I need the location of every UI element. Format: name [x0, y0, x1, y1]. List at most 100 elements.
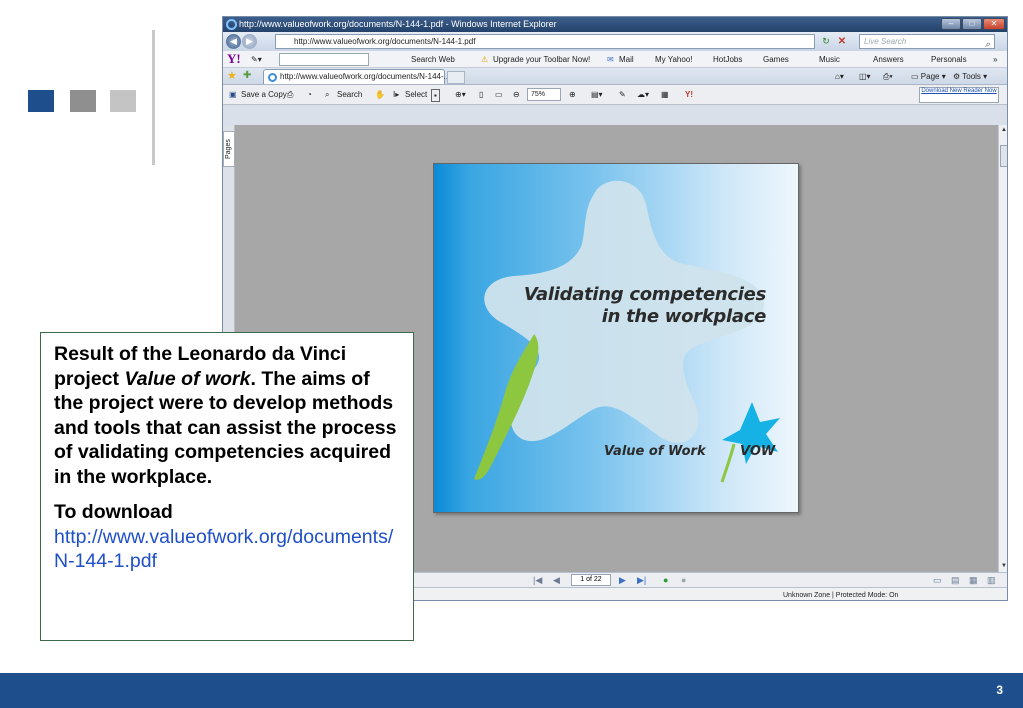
download-heading: To download: [54, 501, 173, 523]
forward-button[interactable]: ▶: [242, 34, 257, 49]
next-page-icon[interactable]: ▶: [619, 575, 626, 586]
yahoo-search-input[interactable]: [279, 53, 369, 66]
save-icon: ▣: [229, 90, 237, 99]
slide: http://www.valueofwork.org/documents/N-1…: [0, 0, 1023, 708]
select-button[interactable]: Select: [405, 89, 427, 100]
print-button-icon[interactable]: ⎙: [287, 89, 293, 100]
logo-stem-shape: [720, 443, 736, 483]
vertical-scrollbar[interactable]: ▲ ▼: [998, 125, 1007, 572]
maximize-button[interactable]: □: [962, 18, 982, 30]
yahoo-toolbar: Y! ✎▾ Search Web ⚠ Upgrade your Toolbar …: [223, 51, 1007, 68]
email-button-icon[interactable]: ◔: [307, 89, 312, 100]
decor-square-lightgray: [110, 90, 136, 112]
go-forward-icon[interactable]: ●: [681, 575, 686, 586]
first-page-icon[interactable]: |◀: [533, 575, 542, 586]
tools-menu-label: Tools: [962, 72, 981, 81]
music-button[interactable]: Music: [819, 54, 840, 65]
feeds-icon[interactable]: ◫▾: [859, 71, 871, 82]
attach-icon[interactable]: ▦: [661, 89, 669, 100]
pdf-title-line2: in the workplace: [601, 306, 767, 327]
hand-tool-icon[interactable]: ✋: [375, 89, 385, 100]
live-search-input[interactable]: Live Search ⌕: [859, 34, 995, 49]
ie-logo-icon: [226, 19, 237, 30]
pdf-title-line1: Validating competencies: [523, 284, 766, 305]
fit-page-icon[interactable]: ▯: [479, 89, 483, 100]
ie-tab-icon: [268, 73, 277, 82]
search-icon[interactable]: ⌕: [985, 38, 990, 51]
pages-tab[interactable]: Pages: [223, 131, 235, 167]
download-url-link[interactable]: http://www.valueofwork.org/documents/N-1…: [54, 525, 401, 574]
minimize-button[interactable]: –: [941, 18, 961, 30]
search-button[interactable]: Search: [337, 89, 362, 100]
tab-label: http://www.valueofwork.org/documents/N-1…: [280, 72, 451, 81]
favorites-star-icon[interactable]: ★: [227, 70, 237, 82]
window-titlebar: http://www.valueofwork.org/documents/N-1…: [223, 17, 1007, 32]
go-back-icon[interactable]: ●: [663, 575, 668, 586]
games-button[interactable]: Games: [763, 54, 789, 65]
zoom-in-icon[interactable]: ⊕▾: [455, 89, 466, 100]
my-yahoo-button[interactable]: My Yahoo!: [655, 54, 693, 65]
close-button[interactable]: ✕: [983, 18, 1005, 30]
pdf-brand: Value of Work: [604, 444, 706, 459]
yahoo-mini-logo-icon[interactable]: Y!: [685, 89, 693, 100]
download-reader-link[interactable]: Download New Reader Now: [919, 87, 999, 103]
pages-menu-icon[interactable]: ▤▾: [591, 89, 603, 100]
pdf-title: Validating competencies in the workplace: [524, 284, 766, 328]
mail-button[interactable]: Mail: [619, 54, 634, 65]
continuous-view-icon[interactable]: ▤: [951, 575, 960, 586]
zoom-plus-icon[interactable]: ⊕: [569, 89, 576, 100]
window-title: http://www.valueofwork.org/documents/N-1…: [239, 19, 557, 29]
pdf-reader-toolbar: ▣ Save a Copy ⎙ ◔ ⌕ Search ✋ I▸ Select ▪…: [223, 85, 1007, 105]
stop-icon[interactable]: ✕: [835, 35, 849, 48]
refresh-icon[interactable]: ↻: [819, 35, 833, 48]
upgrade-toolbar-button[interactable]: Upgrade your Toolbar Now!: [493, 54, 590, 65]
security-zone-status: Unknown Zone | Protected Mode: On: [783, 592, 899, 599]
page-menu[interactable]: ▭ Page ▾: [911, 71, 946, 82]
scroll-thumb[interactable]: [1000, 145, 1007, 167]
decor-square-gray: [70, 90, 96, 112]
cover-artwork: [474, 180, 780, 483]
page-number-field[interactable]: 1 of 22: [571, 574, 611, 586]
hotjobs-button[interactable]: HotJobs: [713, 54, 742, 65]
answers-button[interactable]: Answers: [873, 54, 904, 65]
live-search-placeholder: Live Search: [864, 37, 907, 46]
sign-icon[interactable]: ✎: [619, 89, 626, 100]
scroll-up-icon[interactable]: ▲: [1000, 126, 1007, 135]
last-page-icon[interactable]: ▶|: [637, 575, 646, 586]
comment-icon[interactable]: ☁▾: [637, 89, 649, 100]
continuous-facing-icon[interactable]: ▥: [987, 575, 996, 586]
mail-icon: ✉: [607, 55, 614, 64]
single-page-view-icon[interactable]: ▭: [933, 575, 942, 586]
prev-page-icon[interactable]: ◀: [553, 575, 560, 586]
snapshot-icon[interactable]: ▪: [431, 89, 440, 102]
new-tab-button[interactable]: [447, 71, 465, 84]
more-chevron-icon[interactable]: »: [993, 54, 997, 65]
address-input[interactable]: http://www.valueofwork.org/documents/N-1…: [275, 34, 815, 49]
decor-divider: [152, 30, 155, 165]
pencil-icon[interactable]: ✎▾: [251, 54, 262, 65]
home-icon[interactable]: ⌂▾: [835, 71, 844, 82]
facing-view-icon[interactable]: ▦: [969, 575, 978, 586]
tools-menu[interactable]: ⚙ Tools ▾: [953, 71, 987, 82]
callout-project-name: Value of work: [124, 367, 251, 390]
select-cursor-icon: I▸: [393, 90, 400, 99]
fit-width-icon[interactable]: ▭: [495, 89, 503, 100]
pdf-acronym: VOW: [740, 444, 776, 459]
zoom-out-icon[interactable]: ⊖: [513, 89, 520, 100]
page-menu-label: Page: [920, 72, 940, 81]
binoculars-icon: ⌕: [325, 90, 330, 99]
footer-band: 3: [0, 673, 1023, 708]
search-web-button[interactable]: Search Web: [411, 54, 455, 65]
print-icon[interactable]: ⎙▾: [883, 71, 893, 82]
personals-button[interactable]: Personals: [931, 54, 967, 65]
callout-textbox: Result of the Leonardo da Vinci project …: [40, 332, 414, 641]
yahoo-logo-icon[interactable]: Y!: [227, 52, 241, 66]
address-bar: ◀ ▶ http://www.valueofwork.org/documents…: [223, 32, 1007, 51]
back-button[interactable]: ◀: [226, 34, 241, 49]
scroll-down-icon[interactable]: ▼: [1000, 562, 1007, 571]
save-copy-button[interactable]: Save a Copy: [241, 89, 287, 100]
decor-square-blue: [28, 90, 54, 112]
zoom-level-select[interactable]: 75%: [527, 88, 561, 101]
add-favorite-icon[interactable]: ✚: [243, 70, 251, 82]
tab-current[interactable]: http://www.valueofwork.org/documents/N-1…: [263, 69, 450, 84]
